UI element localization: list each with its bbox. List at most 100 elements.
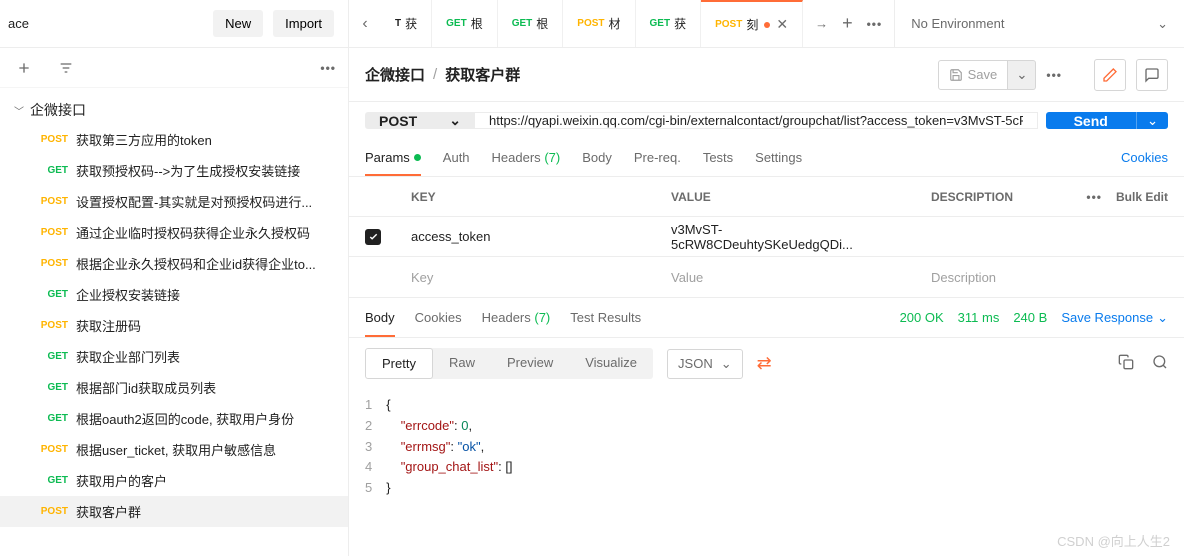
filter-icon[interactable] bbox=[54, 56, 78, 80]
method-selector[interactable]: POST ⌄ bbox=[365, 112, 475, 129]
tab-body[interactable]: Body bbox=[582, 139, 612, 176]
tab-headers[interactable]: Headers (7) bbox=[492, 139, 561, 176]
tab-label: 获 bbox=[405, 15, 417, 32]
request-name: 获取用户的客户 bbox=[76, 471, 167, 490]
sidebar-request-item[interactable]: GET 获取企业部门列表 bbox=[0, 341, 348, 372]
tab-label: 刻 bbox=[746, 16, 758, 33]
sidebar-request-item[interactable]: POST获取注册码 bbox=[0, 310, 348, 341]
checkbox-checked[interactable] bbox=[365, 229, 381, 245]
method-badge: GET bbox=[38, 351, 68, 362]
collection-folder[interactable]: ﹀ 企微接口 bbox=[0, 96, 348, 124]
param-value-placeholder[interactable]: Value bbox=[657, 270, 917, 285]
method-badge: POST bbox=[38, 506, 68, 517]
method-badge: POST bbox=[38, 444, 68, 455]
copy-icon[interactable] bbox=[1118, 354, 1134, 373]
send-dropdown[interactable]: ⌄ bbox=[1136, 112, 1168, 129]
method-badge: POST bbox=[715, 19, 742, 30]
sidebar-request-item[interactable]: POST设置授权配置-其实就是对预授权码进行... bbox=[0, 186, 348, 217]
tab-more-icon[interactable]: ••• bbox=[867, 17, 883, 31]
sidebar-request-item[interactable]: GET 根据oauth2返回的code, 获取用户身份 bbox=[0, 403, 348, 434]
params-row[interactable]: access_token v3MvST-5cRW8CDeuhtySKeUedgQ… bbox=[349, 217, 1184, 257]
chevron-down-icon: ⌄ bbox=[1157, 310, 1168, 326]
save-dropdown[interactable]: ⌄ bbox=[1008, 60, 1036, 90]
request-name: 根据oauth2返回的code, 获取用户身份 bbox=[76, 409, 294, 428]
request-tab[interactable]: GET根 bbox=[498, 0, 564, 47]
sidebar-request-item[interactable]: POST获取第三方应用的token bbox=[0, 124, 348, 155]
url-input[interactable] bbox=[475, 112, 1038, 129]
new-button[interactable]: New bbox=[213, 10, 263, 37]
param-key[interactable]: access_token bbox=[397, 229, 657, 244]
params-indicator bbox=[414, 154, 421, 161]
code-content: { "errcode": 0, "errmsg": "ok", "group_c… bbox=[386, 395, 512, 499]
method-badge: GET bbox=[38, 475, 68, 486]
sidebar-request-item[interactable]: POST 获取客户群 bbox=[0, 496, 348, 527]
sidebar-request-item[interactable]: GET 获取用户的客户 bbox=[0, 465, 348, 496]
resp-tab-cookies[interactable]: Cookies bbox=[415, 298, 462, 337]
add-icon[interactable] bbox=[12, 56, 36, 80]
main-panel: ‹ T获GET根GET根POST材GET获POST刻✕ → + ••• No E… bbox=[349, 0, 1184, 556]
save-response-link[interactable]: Save Response ⌄ bbox=[1061, 310, 1168, 326]
tab-prereq[interactable]: Pre-req. bbox=[634, 139, 681, 176]
close-icon[interactable]: ✕ bbox=[776, 16, 788, 33]
mode-raw[interactable]: Raw bbox=[433, 348, 491, 379]
request-tab[interactable]: GET获 bbox=[636, 0, 702, 47]
method-badge: GET bbox=[38, 413, 68, 424]
tab-next-icon[interactable]: → bbox=[815, 16, 828, 31]
params-options-icon[interactable]: ••• bbox=[1086, 190, 1102, 204]
col-key: KEY bbox=[397, 190, 657, 204]
environment-selector[interactable]: No Environment ⌄ bbox=[894, 0, 1184, 47]
request-name: 企业授权安装链接 bbox=[76, 285, 180, 304]
mode-pretty[interactable]: Pretty bbox=[365, 348, 433, 379]
resp-tab-body[interactable]: Body bbox=[365, 298, 395, 337]
sidebar-request-item[interactable]: GET根据部门id获取成员列表 bbox=[0, 372, 348, 403]
sidebar-request-item[interactable]: POST根据企业永久授权码和企业id获得企业to... bbox=[0, 248, 348, 279]
sidebar-request-item[interactable]: GET获取预授权码-->为了生成授权安装链接 bbox=[0, 155, 348, 186]
cookies-link[interactable]: Cookies bbox=[1121, 150, 1168, 165]
resp-tab-tests[interactable]: Test Results bbox=[570, 298, 641, 337]
save-icon bbox=[949, 68, 963, 82]
save-button[interactable]: Save bbox=[938, 60, 1009, 90]
wrap-icon[interactable]: ⇄ bbox=[757, 353, 772, 374]
sidebar-request-item[interactable]: GET企业授权安装链接 bbox=[0, 279, 348, 310]
method-badge: POST bbox=[38, 227, 68, 238]
request-toolbar: 企微接口 / 获取客户群 Save ⌄ ••• bbox=[349, 48, 1184, 102]
add-tab-icon[interactable]: + bbox=[842, 13, 853, 34]
tab-tests[interactable]: Tests bbox=[703, 139, 733, 176]
search-icon[interactable] bbox=[1152, 354, 1168, 373]
request-name: 获取企业部门列表 bbox=[76, 347, 180, 366]
import-button[interactable]: Import bbox=[273, 10, 334, 37]
response-body[interactable]: 12345 { "errcode": 0, "errmsg": "ok", "g… bbox=[349, 389, 1184, 519]
sidebar-request-item[interactable]: POST通过企业临时授权码获得企业永久授权码 bbox=[0, 217, 348, 248]
method-badge: GET bbox=[512, 18, 533, 29]
param-key-placeholder[interactable]: Key bbox=[397, 270, 657, 285]
edit-icon[interactable] bbox=[1094, 59, 1126, 91]
sidebar-request-item[interactable]: POST根据user_ticket, 获取用户敏感信息 bbox=[0, 434, 348, 465]
bulk-edit-link[interactable]: Bulk Edit bbox=[1116, 190, 1168, 204]
request-tab[interactable]: GET根 bbox=[432, 0, 498, 47]
options-icon[interactable]: ••• bbox=[1046, 68, 1062, 82]
tab-params[interactable]: Params bbox=[365, 139, 421, 176]
resp-tab-headers[interactable]: Headers (7) bbox=[482, 298, 551, 337]
params-new-row[interactable]: Key Value Description bbox=[349, 257, 1184, 297]
send-button[interactable]: Send bbox=[1046, 112, 1136, 129]
tab-prev-icon[interactable]: ‹ bbox=[349, 0, 381, 47]
method-badge: GET bbox=[38, 165, 68, 176]
request-tab[interactable]: T获 bbox=[381, 0, 432, 47]
more-icon[interactable]: ••• bbox=[320, 61, 336, 75]
param-desc-placeholder[interactable]: Description bbox=[917, 270, 1184, 285]
tab-settings[interactable]: Settings bbox=[755, 139, 802, 176]
method-badge: POST bbox=[577, 18, 604, 29]
tab-auth[interactable]: Auth bbox=[443, 139, 470, 176]
request-tab[interactable]: POST材 bbox=[563, 0, 635, 47]
collection-name: 企微接口 bbox=[30, 100, 86, 120]
request-name: 根据企业永久授权码和企业id获得企业to... bbox=[76, 254, 316, 273]
request-tab[interactable]: POST 刻 ✕ bbox=[701, 0, 803, 47]
format-selector[interactable]: JSON⌄ bbox=[667, 349, 743, 379]
param-value[interactable]: v3MvST-5cRW8CDeuhtySKeUedgQDi... bbox=[657, 222, 917, 252]
request-name: 获取客户群 bbox=[76, 502, 141, 521]
breadcrumb-parent[interactable]: 企微接口 bbox=[365, 64, 425, 85]
col-value: VALUE bbox=[657, 190, 917, 204]
comment-icon[interactable] bbox=[1136, 59, 1168, 91]
mode-preview[interactable]: Preview bbox=[491, 348, 569, 379]
mode-visualize[interactable]: Visualize bbox=[569, 348, 653, 379]
